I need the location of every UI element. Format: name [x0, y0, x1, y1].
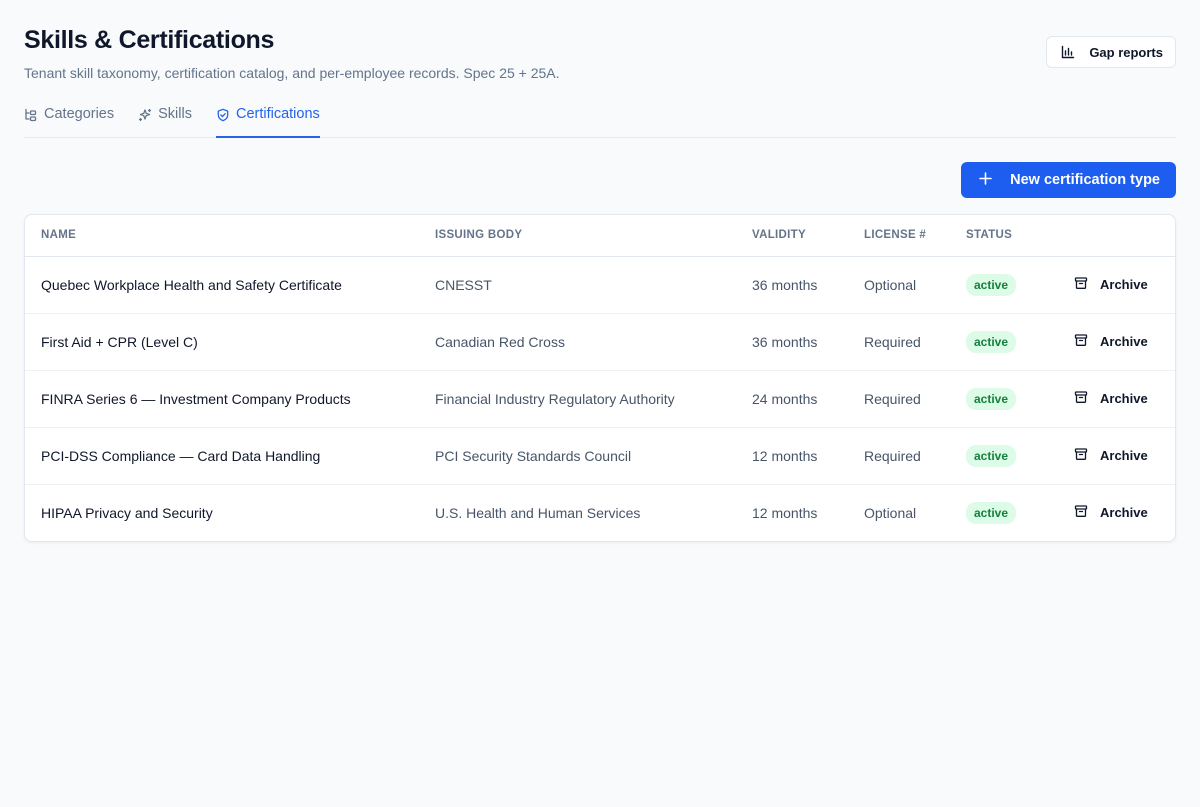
cert-name: Quebec Workplace Health and Safety Certi…	[25, 256, 419, 314]
column-header-validity[interactable]: VALIDITY	[736, 215, 848, 257]
tab-categories[interactable]: Categories	[24, 100, 114, 138]
cert-validity: 36 months	[736, 256, 848, 314]
cert-actions-cell: Archive	[1058, 256, 1175, 314]
gap-reports-label: Gap reports	[1089, 44, 1163, 60]
tab-certifications[interactable]: Certifications	[215, 100, 320, 138]
cert-name: FINRA Series 6 — Investment Company Prod…	[25, 370, 419, 428]
tab-certifications-label: Certifications	[235, 106, 320, 122]
cert-validity: 24 months	[736, 370, 848, 428]
cert-issuer: U.S. Health and Human Services	[435, 504, 641, 521]
archive-label: Archive	[1100, 334, 1148, 349]
archive-icon	[1074, 333, 1088, 350]
new-certification-type-button[interactable]: New certification type	[961, 162, 1176, 198]
cert-status-cell: active	[950, 427, 1058, 485]
cert-validity: 36 months	[736, 313, 848, 371]
cert-actions-cell: Archive	[1058, 427, 1175, 485]
table-header-row: NAME ISSUING BODY VALIDITY LICENSE # STA…	[25, 215, 1175, 257]
plus-icon	[979, 171, 992, 189]
page-title: Skills & Certifications	[24, 26, 275, 54]
status-badge: active	[966, 444, 1017, 467]
cert-validity: 12 months	[752, 504, 818, 521]
cert-actions-cell: Archive	[1058, 370, 1175, 428]
archive-button[interactable]: Archive	[1074, 333, 1148, 350]
status-badge: active	[966, 273, 1017, 296]
archive-button[interactable]: Archive	[1074, 504, 1148, 521]
cert-status-cell: active	[950, 313, 1058, 371]
table-row[interactable]: First Aid + CPR (Level C) Canadian Red C…	[25, 313, 1175, 371]
bar-chart-icon	[1061, 45, 1075, 59]
shield-check-icon	[216, 106, 230, 126]
tab-skills[interactable]: Skills	[138, 100, 192, 138]
cert-issuer: CNESST	[419, 256, 736, 314]
cert-actions-cell: Archive	[1058, 484, 1175, 541]
archive-label: Archive	[1100, 505, 1148, 521]
archive-icon	[1074, 447, 1088, 464]
archive-label: Archive	[1100, 391, 1148, 406]
certifications-table: NAME ISSUING BODY VALIDITY LICENSE # STA…	[24, 214, 1176, 542]
cert-license: Required	[848, 370, 950, 428]
cert-validity: 12 months	[736, 427, 848, 485]
cert-license: Optional	[848, 256, 950, 314]
cert-license: Optional	[864, 504, 917, 521]
tab-bar: Categories Skills Certifications	[24, 100, 1176, 138]
cert-status-cell: active	[950, 370, 1058, 428]
cert-name: PCI-DSS Compliance — Card Data Handling	[25, 427, 419, 485]
archive-icon	[1074, 390, 1088, 407]
cert-license: Required	[848, 427, 950, 485]
archive-icon	[1074, 276, 1088, 293]
column-header-license[interactable]: LICENSE #	[848, 215, 950, 257]
tab-categories-label: Categories	[44, 106, 115, 122]
sparkle-icon	[138, 106, 152, 126]
status-badge: active	[966, 387, 1017, 410]
archive-icon	[1074, 504, 1088, 521]
archive-label: Archive	[1100, 277, 1148, 292]
column-header-issuing-body[interactable]: ISSUING BODY	[419, 215, 736, 257]
archive-button[interactable]: Archive	[1074, 276, 1148, 293]
cert-name: First Aid + CPR (Level C)	[25, 313, 419, 371]
page-subtitle: Tenant skill taxonomy, certification cat…	[24, 65, 560, 81]
table-row[interactable]: HIPAA Privacy and Security U.S. Health a…	[25, 484, 1175, 541]
column-header-name[interactable]: NAME	[25, 215, 419, 257]
cert-name: HIPAA Privacy and Security	[41, 504, 213, 521]
table-row[interactable]: Quebec Workplace Health and Safety Certi…	[25, 256, 1175, 314]
archive-label: Archive	[1100, 448, 1148, 463]
page-header: Skills & Certifications Tenant skill tax…	[24, 26, 560, 82]
cert-status-cell: active	[950, 256, 1058, 314]
cert-issuer: Financial Industry Regulatory Authority	[419, 370, 736, 428]
new-certification-type-label: New certification type	[1010, 172, 1160, 188]
table-row[interactable]: PCI-DSS Compliance — Card Data Handling …	[25, 427, 1175, 485]
hierarchy-icon	[24, 106, 38, 126]
cert-actions-cell: Archive	[1058, 313, 1175, 371]
column-header-actions	[1058, 215, 1175, 257]
cert-license: Required	[848, 313, 950, 371]
status-badge: active	[966, 501, 1017, 524]
status-badge: active	[966, 330, 1017, 353]
cert-issuer: PCI Security Standards Council	[419, 427, 736, 485]
cert-issuer: Canadian Red Cross	[419, 313, 736, 371]
tab-skills-label: Skills	[158, 106, 192, 122]
page: Skills & Certifications Tenant skill tax…	[0, 0, 1200, 807]
archive-button[interactable]: Archive	[1074, 390, 1148, 407]
column-header-status[interactable]: STATUS	[950, 215, 1058, 257]
archive-button[interactable]: Archive	[1074, 447, 1148, 464]
table-row[interactable]: FINRA Series 6 — Investment Company Prod…	[25, 370, 1175, 428]
cert-status-cell: active	[950, 484, 1058, 541]
gap-reports-button[interactable]: Gap reports	[1046, 36, 1176, 68]
